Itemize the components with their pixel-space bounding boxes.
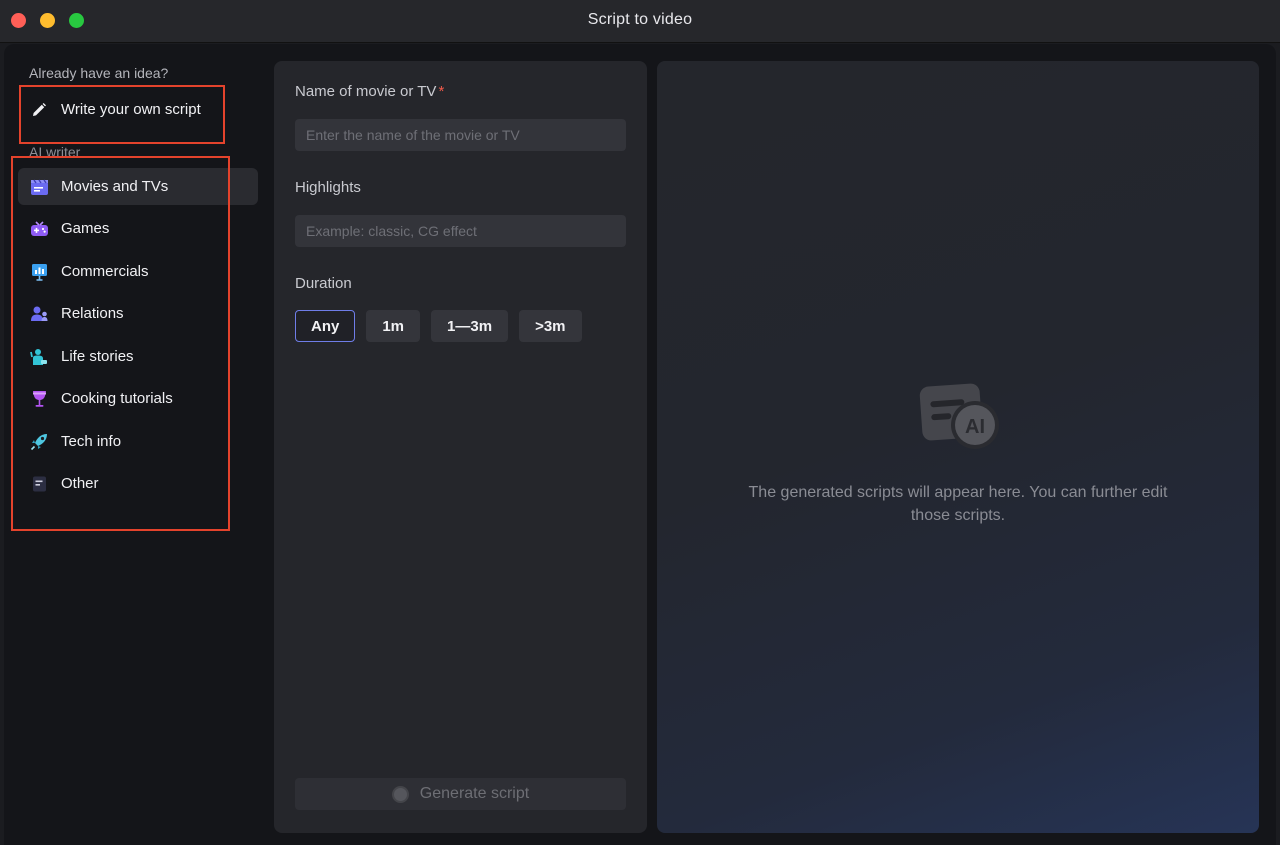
script-form-panel: Name of movie or TV* Highlights Duration… bbox=[274, 61, 647, 833]
movie-name-input[interactable] bbox=[295, 119, 626, 151]
highlights-label: Highlights bbox=[295, 179, 361, 196]
svg-text:AI: AI bbox=[965, 416, 985, 438]
duration-options: Any 1m 1—3m >3m bbox=[295, 310, 582, 342]
sidebar: Already have an idea? Write your own scr… bbox=[4, 44, 266, 845]
movie-name-label: Name of movie or TV * bbox=[295, 83, 444, 100]
duration-option-1m[interactable]: 1m bbox=[366, 310, 421, 342]
ai-script-icon: AI bbox=[919, 383, 999, 456]
annotation-box-ai-writer bbox=[11, 156, 230, 531]
main-window: Already have an idea? Write your own scr… bbox=[4, 44, 1276, 845]
own-idea-label: Already have an idea? bbox=[29, 65, 169, 81]
generate-script-label: Generate script bbox=[419, 785, 530, 802]
highlights-input[interactable] bbox=[295, 215, 626, 247]
title-bar: Script to video bbox=[0, 0, 1280, 43]
loading-spinner-icon bbox=[391, 785, 409, 803]
movie-name-label-text: Name of movie or TV bbox=[295, 83, 437, 100]
duration-option-any[interactable]: Any bbox=[295, 310, 356, 342]
duration-option-over-3m[interactable]: >3m bbox=[519, 310, 582, 342]
duration-label: Duration bbox=[295, 275, 352, 292]
duration-option-1-3m[interactable]: 1—3m bbox=[431, 310, 509, 342]
window-title: Script to video bbox=[587, 11, 693, 28]
required-mark: * bbox=[438, 83, 445, 100]
annotation-box-write-own bbox=[19, 85, 225, 144]
script-output-panel: AI The generated scripts will appear her… bbox=[657, 61, 1259, 833]
empty-state-text: The generated scripts will appear here. … bbox=[748, 484, 1168, 524]
generate-script-button[interactable]: Generate script bbox=[295, 778, 626, 810]
